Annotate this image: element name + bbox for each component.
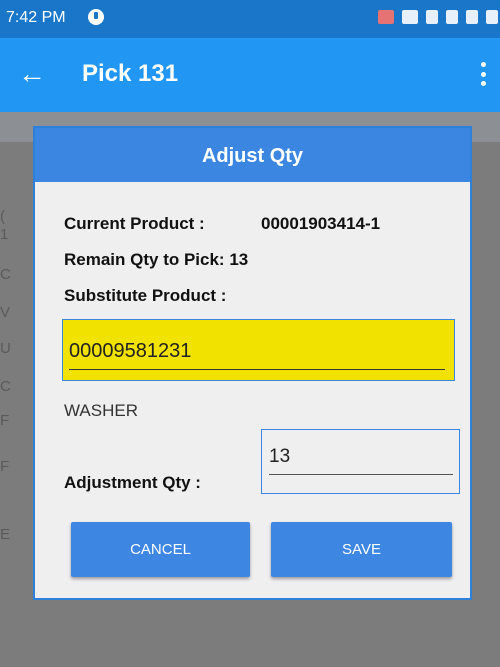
dialog-title: Adjust Qty — [35, 128, 470, 182]
adjustment-qty-field[interactable]: 13 — [261, 429, 460, 494]
substitute-product-input[interactable]: 00009581231 — [69, 340, 445, 370]
battery-icon — [486, 10, 498, 24]
back-arrow-icon[interactable]: ← — [18, 58, 46, 90]
substitute-product-field[interactable]: 00009581231 — [62, 319, 455, 381]
background-letter: V — [0, 304, 11, 321]
status-bar: 7:42 PM — [0, 0, 500, 38]
background-letter: C — [0, 266, 11, 283]
remain-qty-text: Remain Qty to Pick: 13 — [64, 250, 249, 269]
background-letter: U — [0, 340, 11, 357]
data-icon — [446, 10, 458, 24]
app-bar: ← Pick 131 — [0, 38, 500, 112]
notification-icon — [88, 9, 104, 25]
page-title: Pick 131 — [82, 60, 179, 87]
wifi-icon — [466, 10, 478, 24]
cast-icon — [378, 10, 394, 24]
background-letter: C — [0, 378, 11, 395]
background-letter: 1 — [0, 226, 9, 243]
cancel-button[interactable]: CANCEL — [71, 522, 250, 577]
background-letter: ( — [0, 208, 5, 225]
background-letter: E — [0, 526, 11, 543]
current-product-label: Current Product : — [64, 214, 205, 233]
link-icon — [402, 10, 418, 24]
background-letter: F — [0, 412, 10, 429]
save-button[interactable]: SAVE — [271, 522, 452, 577]
background-letter: F — [0, 458, 10, 475]
adjustment-qty-label: Adjustment Qty : — [64, 473, 201, 492]
current-product-value: 00001903414-1 — [261, 214, 381, 233]
adjustment-qty-input[interactable]: 13 — [269, 446, 453, 475]
vibrate-icon — [426, 10, 438, 24]
product-description: WASHER — [64, 401, 138, 420]
status-icons — [378, 10, 498, 24]
substitute-product-label: Substitute Product : — [64, 286, 227, 305]
status-time: 7:42 PM — [6, 9, 66, 26]
overflow-menu-icon[interactable] — [480, 62, 486, 86]
adjust-qty-dialog: Adjust Qty Current Product : 00001903414… — [33, 126, 472, 600]
